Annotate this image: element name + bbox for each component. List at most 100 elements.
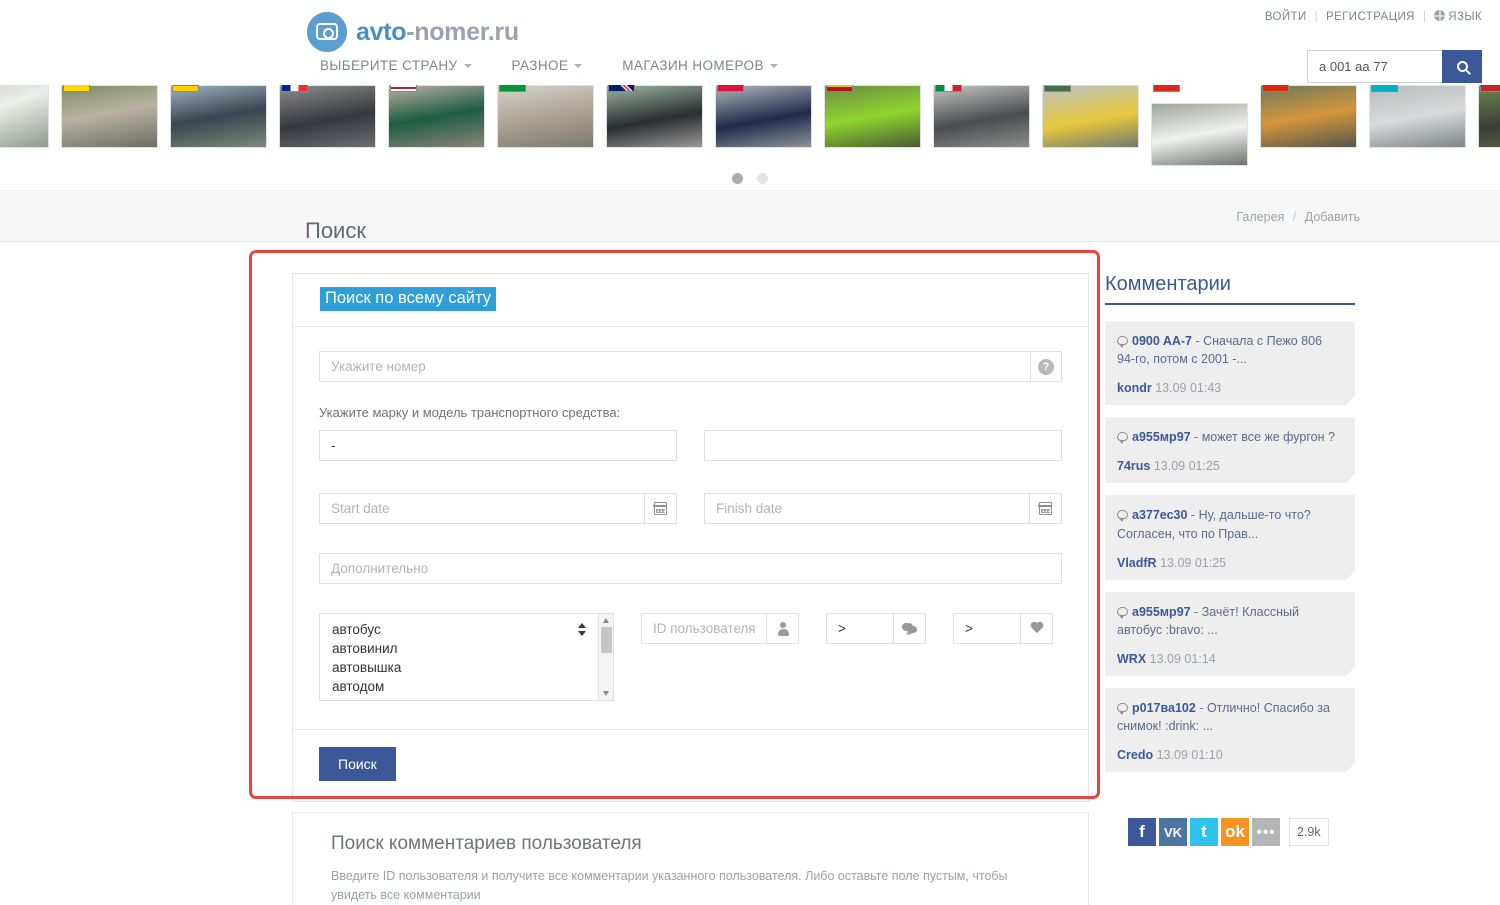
login-link[interactable]: ВОЙТИ <box>1265 11 1307 23</box>
carousel-item[interactable] <box>1151 85 1248 166</box>
comment-body: 0900 AA-7 - Сначала с Пежо 806 94-го, по… <box>1117 332 1343 368</box>
carousel-item[interactable] <box>933 85 1030 148</box>
scroll-up-arrow-icon[interactable] <box>603 618 609 623</box>
carousel-item[interactable] <box>1369 85 1466 148</box>
comment-time: 13.09 01:25 <box>1160 555 1227 570</box>
listbox-scrollbar[interactable] <box>598 614 613 700</box>
plate-help-button[interactable]: ? <box>1030 351 1062 382</box>
updown-arrows-icon[interactable] <box>578 623 587 636</box>
list-item[interactable]: автобус <box>320 620 613 639</box>
search-card: Поиск по всему сайту ? Укажите марку и м… <box>292 273 1089 802</box>
logo-text-grey: -nomer.ru <box>406 17 519 46</box>
carousel-item[interactable] <box>1260 85 1357 148</box>
carousel-item[interactable] <box>1478 85 1500 148</box>
list-item[interactable]: автовышка <box>320 658 613 677</box>
scrollbar-thumb[interactable] <box>601 627 612 653</box>
start-date-group <box>319 493 677 524</box>
comment-plate[interactable]: р017ва102 <box>1132 701 1196 715</box>
comment-author[interactable]: 74rus <box>1117 459 1150 473</box>
user-id-button[interactable] <box>766 613 799 644</box>
comment-item[interactable]: а955мр97 - Зачёт! Классный автобус :brav… <box>1105 591 1355 677</box>
comment-item[interactable]: а377ес30 - Ну, дальше-то что? Согласен, … <box>1105 495 1355 580</box>
list-item[interactable]: автовинил <box>320 639 613 658</box>
comment-plate[interactable]: а955мр97 <box>1132 605 1191 619</box>
search-button[interactable] <box>1442 50 1482 83</box>
comment-plate[interactable]: а955мр97 <box>1132 430 1191 444</box>
search-submit-button[interactable]: Поиск <box>319 747 396 781</box>
nav-item-misc[interactable]: РАЗНОЕ <box>512 58 583 73</box>
nav-label-shop: МАГАЗИН НОМЕРОВ <box>622 58 764 73</box>
flag-icon <box>1480 85 1500 92</box>
extra-input[interactable] <box>319 553 1062 584</box>
plate-number-input[interactable] <box>319 351 1030 382</box>
comment-plate[interactable]: 0900 AA-7 <box>1132 334 1192 348</box>
user-id-input[interactable] <box>641 613 766 644</box>
comments-count-input[interactable] <box>826 613 893 644</box>
register-link[interactable]: РЕГИСТРАЦИЯ <box>1326 11 1415 23</box>
tab-search-all-site[interactable]: Поиск по всему сайту <box>320 287 497 311</box>
scroll-down-arrow-icon[interactable] <box>603 691 609 696</box>
likes-count-input[interactable] <box>953 613 1020 644</box>
comment-body: а955мр97 - Зачёт! Классный автобус :brav… <box>1117 603 1343 639</box>
heart-icon <box>1030 622 1044 635</box>
carousel-item[interactable] <box>606 85 703 148</box>
carousel-item[interactable] <box>0 85 49 148</box>
main-navigation: ВЫБЕРИТЕ СТРАНУ РАЗНОЕ МАГАЗИН НОМЕРОВ <box>320 58 778 73</box>
breadcrumb-add[interactable]: Добавить <box>1305 210 1360 224</box>
comments-count-button[interactable] <box>893 613 926 644</box>
comment-author[interactable]: WRX <box>1117 652 1146 666</box>
nav-label-country: ВЫБЕРИТЕ СТРАНУ <box>320 58 458 73</box>
breadcrumb-gallery[interactable]: Галерея <box>1236 210 1284 224</box>
language-label: ЯЗЫК <box>1448 11 1482 23</box>
comment-plate[interactable]: а377ес30 <box>1132 508 1187 522</box>
comment-item[interactable]: 0900 AA-7 - Сначала с Пежо 806 94-го, по… <box>1105 321 1355 406</box>
carousel-dot-1[interactable] <box>732 173 743 184</box>
carousel-item[interactable] <box>388 85 485 148</box>
comment-time: 13.09 01:10 <box>1156 748 1223 763</box>
start-date-input[interactable] <box>319 493 644 524</box>
comment-author[interactable]: Credo <box>1117 748 1153 762</box>
comment-author[interactable]: VladfR <box>1117 556 1157 570</box>
site-logo[interactable]: avto-nomer.ru <box>307 12 519 52</box>
more-share-icon[interactable]: ••• <box>1252 818 1280 846</box>
likes-count-button[interactable] <box>1020 613 1053 644</box>
carousel-item[interactable] <box>61 85 158 148</box>
comment-author[interactable]: kondr <box>1117 381 1152 395</box>
facebook-share-icon[interactable]: f <box>1128 818 1156 846</box>
language-link[interactable]: ЯЗЫК <box>1434 10 1482 23</box>
page-title: Поиск <box>305 217 366 243</box>
category-listbox[interactable]: автобус автовинил автовышка автодом <box>319 613 614 701</box>
finish-date-input[interactable] <box>704 493 1029 524</box>
vk-share-icon[interactable]: VK <box>1159 818 1187 846</box>
comment-dash: - <box>1195 700 1207 715</box>
flag-icon <box>608 85 635 92</box>
list-item[interactable]: автодом <box>320 677 613 696</box>
nav-item-shop[interactable]: МАГАЗИН НОМЕРОВ <box>622 58 778 73</box>
search-card-footer: Поиск <box>293 729 1088 801</box>
finish-date-calendar-button[interactable] <box>1029 493 1062 524</box>
carousel-item[interactable] <box>824 85 921 148</box>
magnifier-icon <box>1456 61 1468 72</box>
comment-dash: - <box>1187 508 1199 523</box>
extra-row <box>319 553 1062 584</box>
nav-label-misc: РАЗНОЕ <box>511 58 569 73</box>
vehicle-label: Укажите марку и модель транспортного сре… <box>319 405 621 420</box>
twitter-share-icon[interactable]: t <box>1190 818 1218 846</box>
odnoklassniki-share-icon[interactable]: ok <box>1221 818 1249 846</box>
flag-icon <box>826 85 853 92</box>
nav-item-country[interactable]: ВЫБЕРИТЕ СТРАНУ <box>320 58 472 73</box>
carousel-dot-2[interactable] <box>757 173 768 184</box>
flag-icon <box>63 85 90 92</box>
start-date-calendar-button[interactable] <box>644 493 677 524</box>
carousel-item[interactable] <box>715 85 812 148</box>
model-input[interactable] <box>704 430 1062 461</box>
brand-input[interactable] <box>319 430 677 461</box>
carousel-item[interactable] <box>279 85 376 148</box>
comment-item[interactable]: а955мр97 - может все же фургон ? 74rus 1… <box>1105 417 1355 484</box>
carousel-item[interactable] <box>497 85 594 148</box>
carousel-item[interactable] <box>1042 85 1139 148</box>
speech-bubble-icon <box>1117 336 1128 348</box>
carousel-item[interactable] <box>170 85 267 148</box>
search-input[interactable] <box>1307 50 1442 83</box>
comment-item[interactable]: р017ва102 - Отлично! Спасибо за снимок! … <box>1105 687 1355 773</box>
